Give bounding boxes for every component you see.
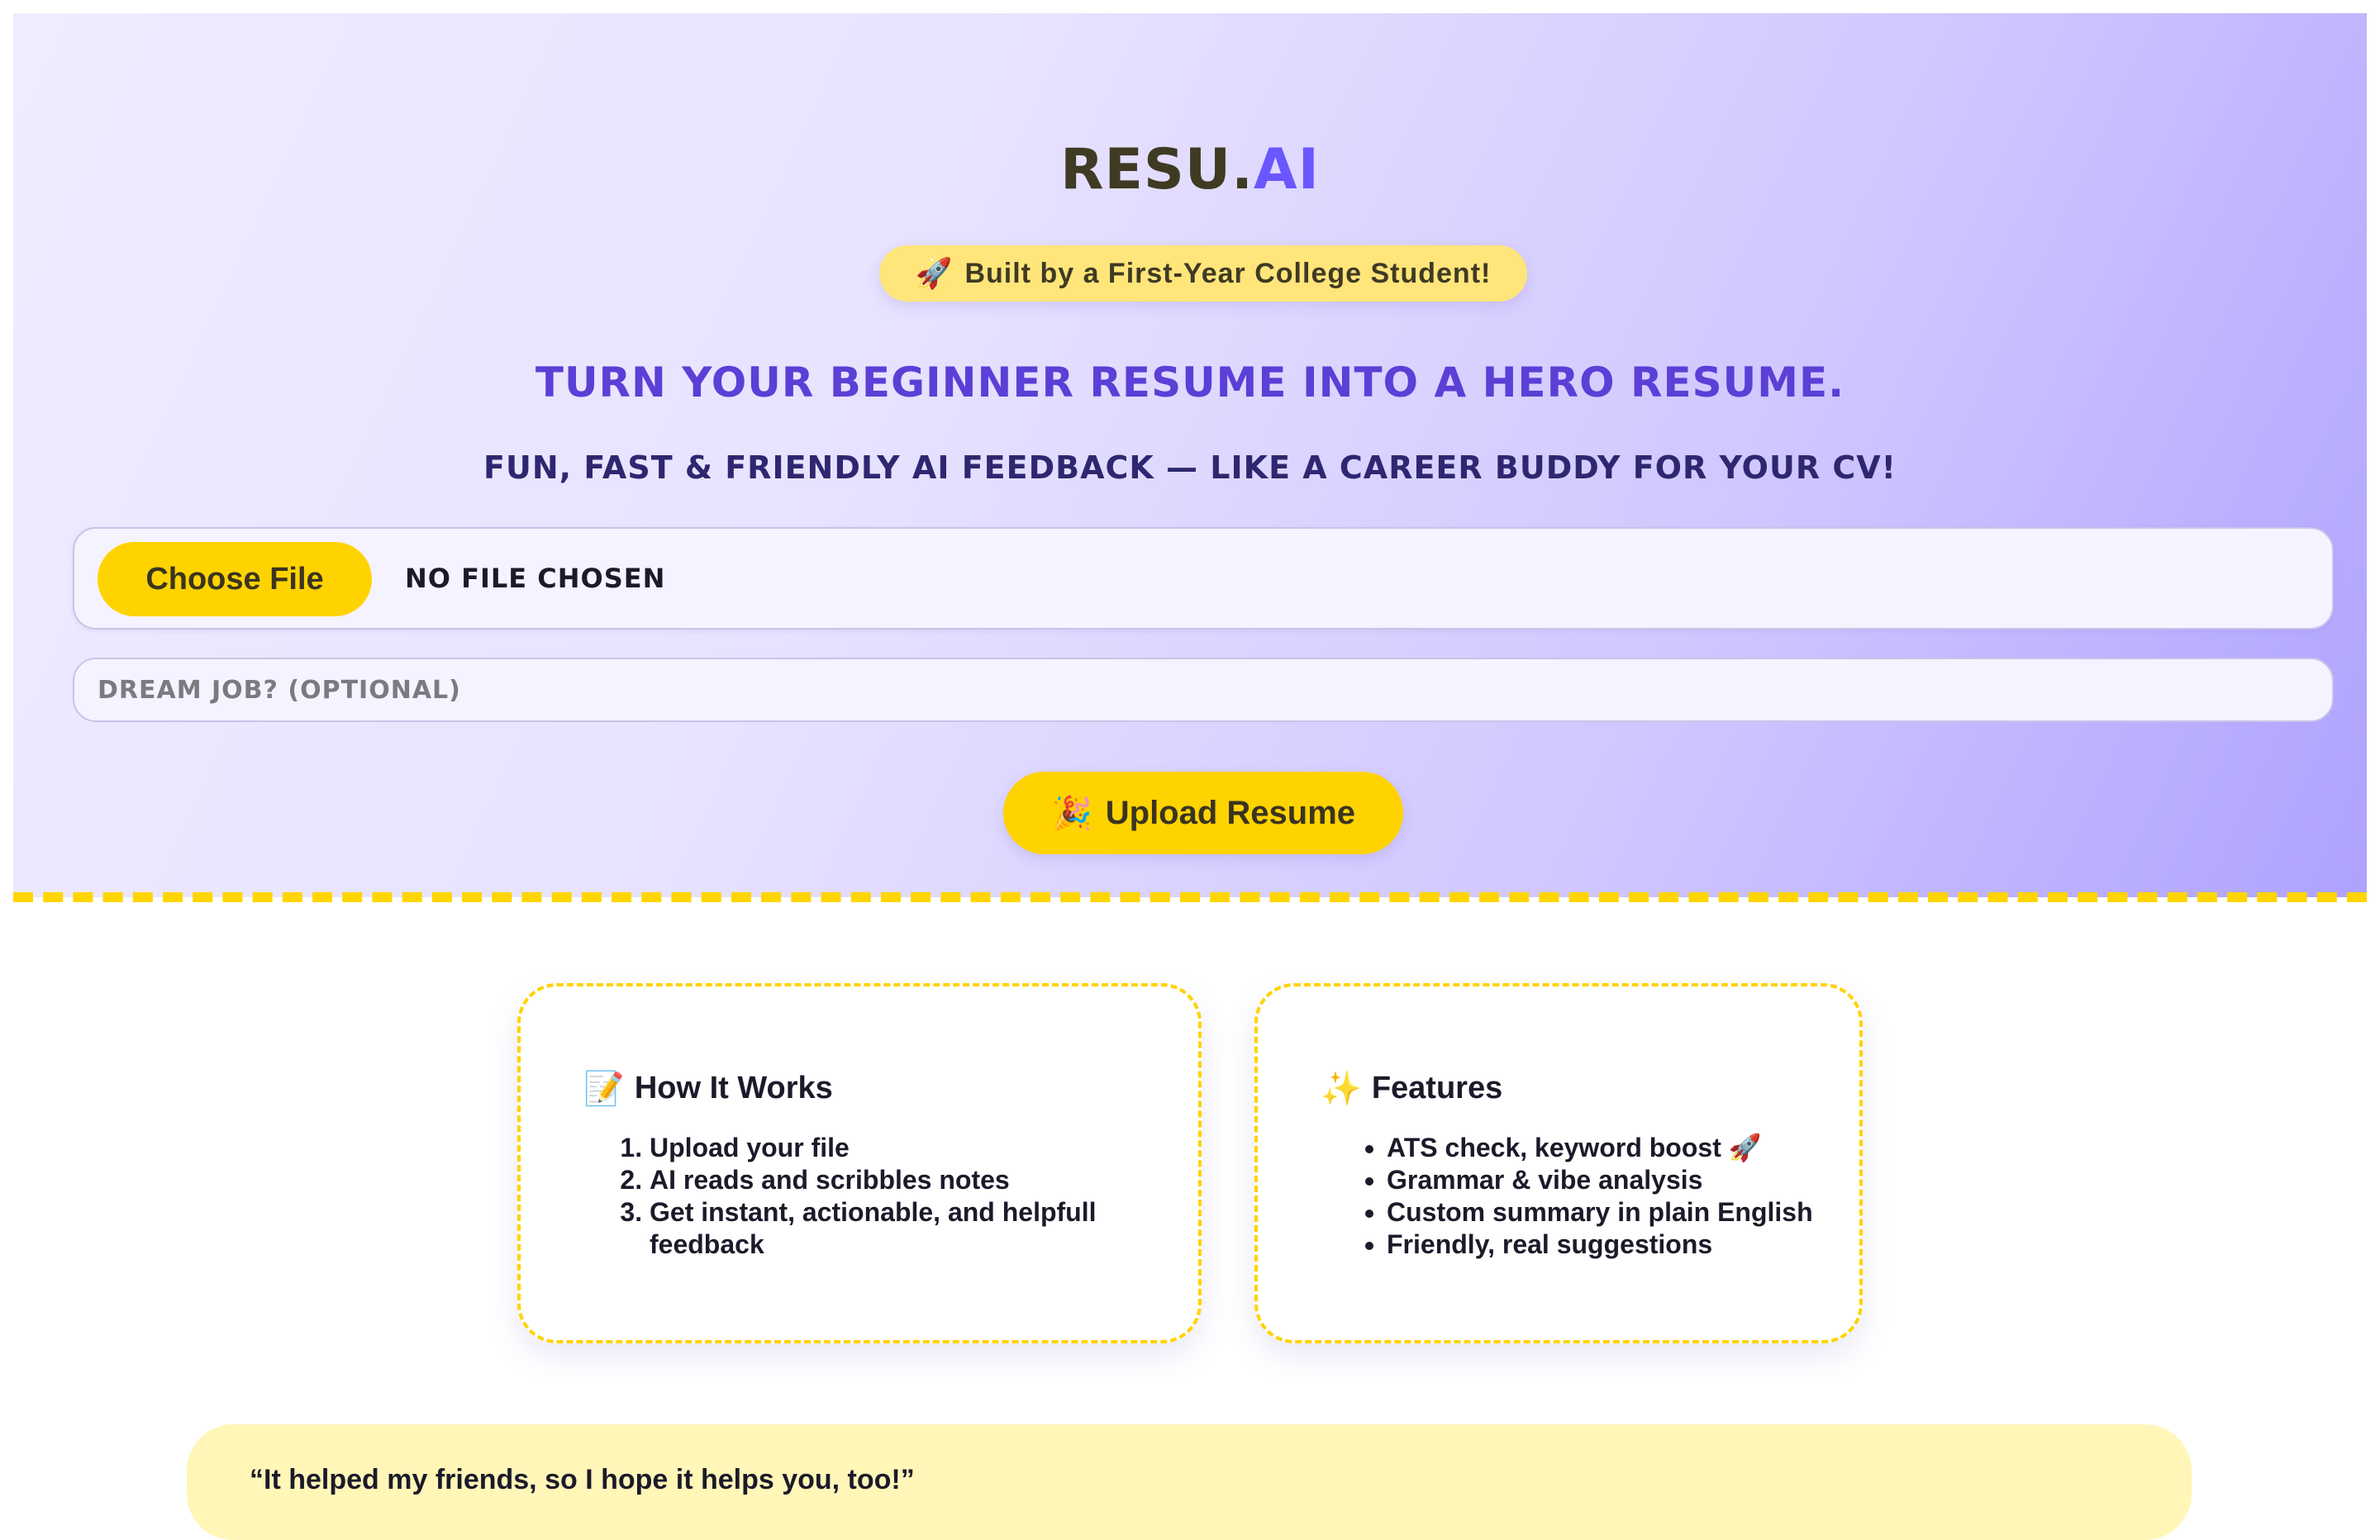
list-item: Grammar & vibe analysis [1387,1164,1833,1196]
badge-text: Built by a First-Year College Student! [964,257,1492,289]
brand-logo: RESU.AI [13,137,2367,202]
file-status-label: No file chosen [405,563,666,594]
list-item: AI reads and scribbles notes [650,1164,1162,1196]
features-card: ✨ Features ATS check, keyword boost 🚀 Gr… [1254,983,1863,1343]
upload-resume-button[interactable]: 🎉 Upload Resume [1003,772,1403,854]
upload-resume-label: Upload Resume [1105,794,1356,831]
features-list: ATS check, keyword boost 🚀 Grammar & vib… [1321,1132,1833,1261]
list-item: Friendly, real suggestions [1387,1229,1833,1261]
list-item: Custom summary in plain English [1387,1196,1833,1229]
brand-name-main: RESU. [1060,137,1254,202]
file-picker[interactable]: Choose File No file chosen [73,527,2334,630]
hero-divider [13,892,2367,902]
how-it-works-title-text: How It Works [634,1071,833,1105]
features-title: ✨ Features [1321,1069,1502,1108]
how-it-works-card: 📝 How It Works Upload your file AI reads… [517,983,1202,1343]
rocket-icon: 🚀 [915,256,954,290]
party-popper-icon: 🎉 [1050,795,1092,832]
dream-job-input[interactable] [73,658,2334,722]
how-it-works-title: 📝 How It Works [583,1069,833,1108]
testimonial-box: “It helped my friends, so I hope it help… [187,1424,2192,1540]
hero-subheadline: Fun, fast & friendly AI feedback — like … [483,449,1897,486]
brand-name-accent: AI [1253,137,1320,202]
hero-section: RESU.AI 🚀 Built by a First-Year College … [13,13,2367,897]
sparkles-icon: ✨ [1321,1071,1362,1107]
hero-headline: Turn your beginner resume into a hero re… [535,359,1845,406]
testimonial-quote: “It helped my friends, so I hope it help… [250,1464,915,1495]
list-item: Upload your file [650,1132,1162,1164]
features-title-text: Features [1371,1071,1503,1105]
memo-icon: 📝 [583,1071,625,1107]
how-it-works-steps: Upload your file AI reads and scribbles … [583,1132,1162,1261]
list-item: Get instant, actionable, and helpfull fe… [650,1196,1162,1261]
list-item: ATS check, keyword boost 🚀 [1387,1132,1833,1164]
student-badge: 🚀 Built by a First-Year College Student! [879,245,1527,302]
choose-file-button[interactable]: Choose File [98,542,372,616]
